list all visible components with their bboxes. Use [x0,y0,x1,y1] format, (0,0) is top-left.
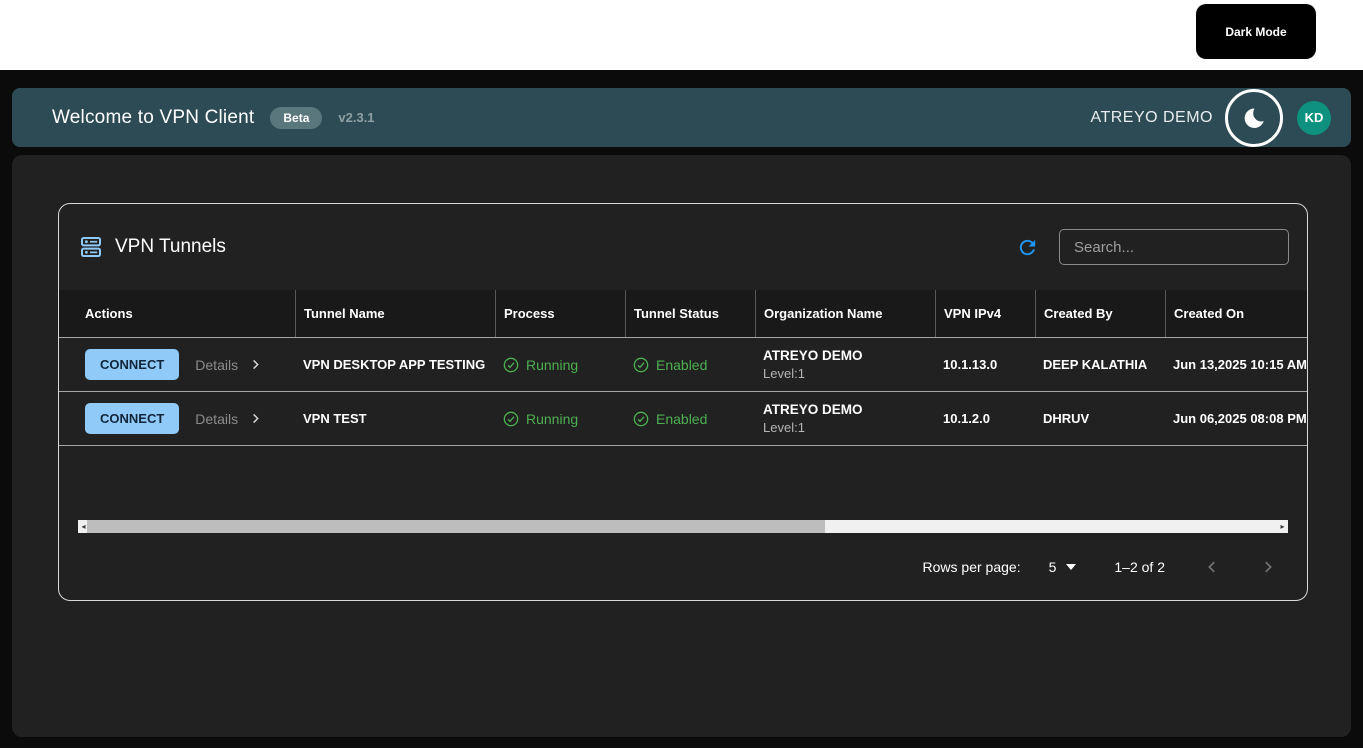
organization-name: ATREYO DEMO [763,348,863,363]
created-on-cell: Jun 13,2025 10:15 AM [1173,357,1307,372]
avatar[interactable]: KD [1297,100,1331,135]
details-label: Details [195,356,239,373]
connect-button[interactable]: CONNECT [85,349,180,380]
pagination-bar: Rows per page: 5 1–2 of 2 [59,533,1307,600]
refresh-icon [1016,236,1039,259]
pagination-range: 1–2 of 2 [1114,558,1165,575]
vpn-tunnels-table: Actions Tunnel Name Process Tunnel Statu… [59,290,1307,446]
version-label: v2.3.1 [338,110,375,125]
organization-level: Level:1 [763,420,805,435]
process-status: Running [503,357,625,373]
column-header-process: Process [495,290,625,337]
tunnel-status-label: Enabled [656,356,708,373]
column-header-tunnel-name: Tunnel Name [295,290,495,337]
app-window: Welcome to VPN Client Beta v2.3.1 ATREYO… [0,70,1363,748]
table-viewport: Actions Tunnel Name Process Tunnel Statu… [59,290,1307,446]
process-label: Running [526,356,579,373]
tunnels-icon [79,235,103,259]
check-circle-icon [633,357,649,373]
previous-page-button[interactable] [1203,558,1221,576]
details-label: Details [195,410,239,427]
next-page-button[interactable] [1259,558,1277,576]
created-on-cell: Jun 06,2025 08:08 PM [1173,411,1307,426]
chevron-left-icon [1203,558,1221,576]
check-circle-icon [503,411,519,427]
app-title: Welcome to VPN Client [52,106,255,128]
tunnel-name-cell: VPN TEST [303,411,367,426]
table-row: CONNECT Details VPN DESKTOP APP TESTING [59,338,1307,392]
tunnel-status: Enabled [633,411,755,427]
process-cell: Running [495,411,625,427]
organization-level: Level:1 [763,366,805,381]
organization-name: ATREYO DEMO [763,402,863,417]
column-header-tunnel-status: Tunnel Status [625,290,755,337]
dark-mode-tooltip-label: Dark Mode [1225,24,1287,39]
details-link[interactable]: Details [195,357,263,373]
organization-cell: ATREYO DEMO Level:1 [755,402,935,435]
vpn-ipv4-cell: 10.1.13.0 [943,357,998,372]
chevron-right-icon [238,357,263,372]
tunnel-status-label: Enabled [656,410,708,427]
scrollbar-thumb[interactable] [87,520,825,533]
top-bar-right: ATREYO DEMO KD [1090,88,1331,147]
process-cell: Running [495,357,625,373]
moon-icon [1241,105,1267,131]
actions-cell: CONNECT Details [59,349,295,380]
dark-mode-tooltip: Dark Mode [1196,4,1316,59]
account-name: ATREYO DEMO [1090,108,1213,126]
details-link[interactable]: Details [195,411,263,427]
actions-cell: CONNECT Details [59,403,295,434]
card-title: VPN Tunnels [115,236,226,257]
tunnel-status: Enabled [633,357,755,373]
chevron-right-icon [238,411,263,426]
main-panel: VPN Tunnels Actions [12,155,1351,737]
theme-toggle-button[interactable] [1225,88,1283,147]
table-row: CONNECT Details VPN TEST Running Enabled… [59,392,1307,446]
check-circle-icon [503,357,519,373]
empty-rows-area [59,446,1307,520]
search-input[interactable] [1059,229,1289,265]
column-header-actions: Actions [85,306,133,321]
table-header-row: Actions Tunnel Name Process Tunnel Statu… [59,290,1307,338]
process-status: Running [503,411,625,427]
check-circle-icon [633,411,649,427]
chevron-right-icon [1259,558,1277,576]
process-label: Running [526,410,579,427]
column-header-vpn-ipv4: VPN IPv4 [935,290,1035,337]
column-header-created-on: Created On [1165,290,1307,337]
scroll-right-arrow-icon[interactable]: ▸ [1278,520,1287,533]
created-by-cell: DEEP KALATHIA [1043,357,1148,372]
card-header-right [1016,229,1289,265]
column-header-created-by: Created By [1035,290,1165,337]
column-header-organization-name: Organization Name [755,290,935,337]
top-bar: Welcome to VPN Client Beta v2.3.1 ATREYO… [12,88,1351,147]
connect-button[interactable]: CONNECT [85,403,180,434]
caret-down-icon [1066,563,1077,570]
tunnel-status-cell: Enabled [625,411,755,427]
rows-per-page-label: Rows per page: [922,558,1021,575]
vpn-tunnels-card: VPN Tunnels Actions [58,203,1308,601]
refresh-button[interactable] [1016,236,1039,259]
horizontal-scrollbar[interactable]: ◂ ▸ [78,520,1288,533]
vpn-ipv4-cell: 10.1.2.0 [943,411,990,426]
created-by-cell: DHRUV [1043,411,1090,426]
rows-per-page-select[interactable]: 5 [1049,559,1077,575]
tunnel-status-cell: Enabled [625,357,755,373]
beta-badge: Beta [270,106,323,129]
tunnel-name-cell: VPN DESKTOP APP TESTING [303,357,486,372]
avatar-initials: KD [1304,110,1324,125]
card-header: VPN Tunnels [59,204,1307,290]
rows-per-page-value: 5 [1048,558,1057,575]
organization-cell: ATREYO DEMO Level:1 [755,348,935,381]
